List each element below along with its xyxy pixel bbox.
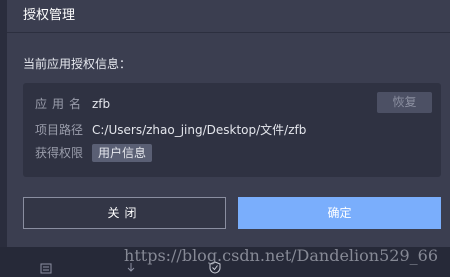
auth-management-dialog: 授权管理 当前应用授权信息： 应用名 zfb 项目路径 C:/Users/zha… [7, 0, 450, 247]
permission-row: 获得权限 用户信息 [35, 143, 153, 163]
permission-key: 获得权限 [35, 146, 84, 160]
app-name-key: 应用名 [35, 97, 87, 111]
permission-tag: 用户信息 [92, 144, 153, 162]
app-name-value: zfb [92, 97, 111, 111]
project-path-row: 项目路径 C:/Users/zhao_jing/Desktop/文件/zfb [35, 120, 306, 140]
auth-info-box: 应用名 zfb 项目路径 C:/Users/zhao_jing/Desktop/… [23, 83, 441, 177]
watermark-text: https://blog.csdn.net/Dandelion529_66 [124, 246, 438, 265]
download-icon[interactable] [126, 263, 136, 277]
project-path-key: 项目路径 [35, 123, 84, 137]
app-name-row: 应用名 zfb [35, 94, 110, 114]
section-label: 当前应用授权信息： [23, 57, 132, 71]
confirm-button[interactable]: 确定 [238, 197, 441, 229]
document-icon[interactable] [40, 263, 52, 277]
restore-button[interactable]: 恢复 [377, 92, 432, 113]
dialog-title: 授权管理 [7, 0, 450, 33]
close-button[interactable]: 关闭 [23, 197, 226, 229]
project-path-value: C:/Users/zhao_jing/Desktop/文件/zfb [92, 123, 307, 137]
